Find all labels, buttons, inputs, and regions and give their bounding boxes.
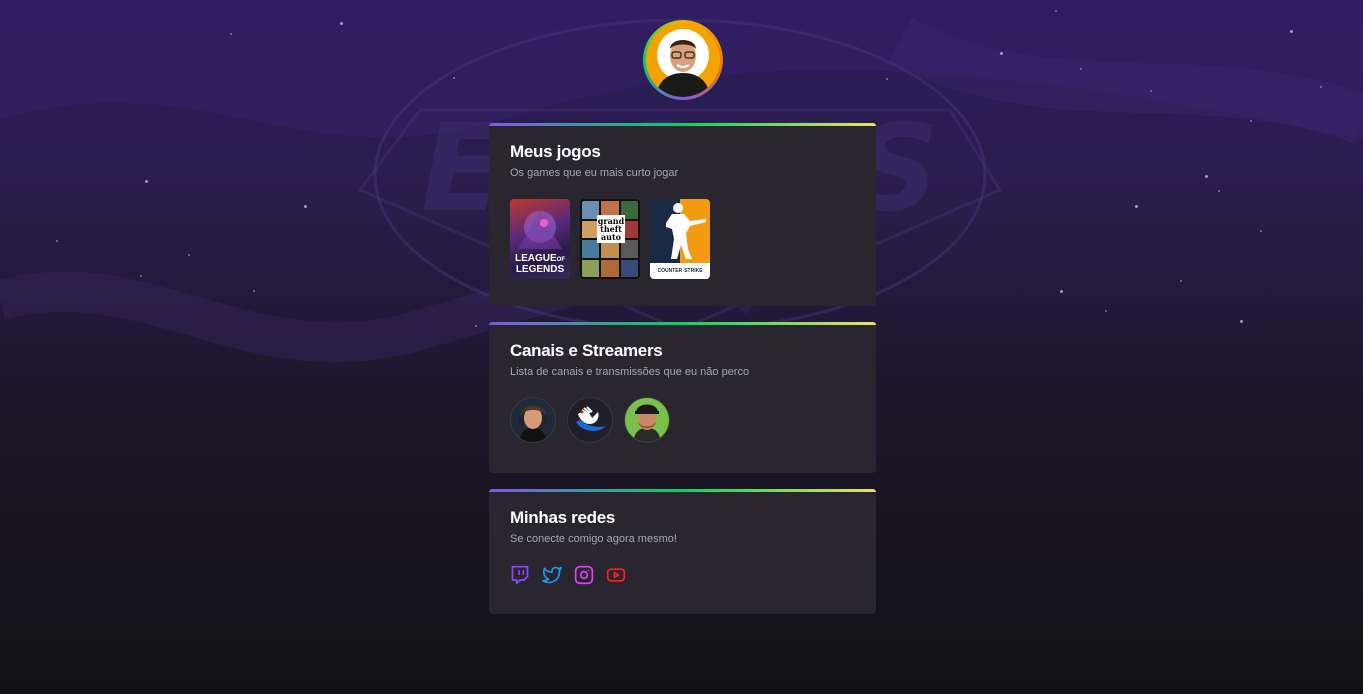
background-star (340, 22, 343, 25)
game-lol-label-1: LEAGUE (514, 253, 557, 264)
game-gta-label-3: auto (600, 232, 622, 242)
background-star (1080, 68, 1082, 70)
background-star (188, 254, 190, 256)
streamer-avatar-1[interactable] (510, 397, 556, 443)
background-star (1218, 190, 1220, 192)
background-star (1205, 175, 1208, 178)
background-star (230, 33, 232, 35)
socials-card-title: Minhas redes (510, 508, 616, 527)
profile-avatar-photo (646, 23, 720, 97)
background-star (1105, 310, 1107, 312)
background-star (145, 180, 148, 183)
background-star (1260, 230, 1262, 232)
games-card-title: Meus jogos (510, 142, 601, 161)
twitch-icon[interactable] (510, 565, 530, 585)
background-star (56, 240, 58, 242)
background-star (1060, 290, 1063, 293)
games-card: Meus jogos Os games que eu mais curto jo… (489, 123, 876, 306)
background-star (1180, 280, 1182, 282)
streamers-card-title: Canais e Streamers (510, 341, 663, 360)
profile-avatar (643, 20, 723, 100)
counter-strike-soldier-icon (666, 203, 706, 259)
background-star (140, 275, 142, 277)
game-lol-label-2: LEGENDS (515, 264, 565, 275)
youtube-icon[interactable] (606, 565, 626, 585)
socials-card-subtitle: Se conecte comigo agora mesmo! (510, 533, 677, 545)
background-star (1135, 205, 1138, 208)
background-star (1055, 10, 1057, 12)
streamer-avatar-2-winged-logo[interactable] (567, 397, 613, 443)
streamers-card: Canais e Streamers Lista de canais e tra… (489, 322, 876, 473)
background-star (1290, 30, 1293, 33)
game-gta-v[interactable]: grand theft auto (580, 199, 640, 279)
game-lol-label-of: OF (556, 257, 565, 263)
streamers-card-subtitle: Lista de canais e transmissões que eu nã… (510, 366, 750, 378)
background-star (453, 77, 455, 79)
background-star (1150, 90, 1152, 92)
background-star (1240, 320, 1243, 323)
background-star (253, 290, 255, 292)
background-star (1000, 52, 1003, 55)
background-star (1250, 120, 1252, 122)
background-star (304, 205, 307, 208)
game-cs-label-1: COUNTER (657, 268, 683, 274)
streamers-list (510, 397, 855, 443)
background-star (475, 325, 477, 327)
twitter-icon[interactable] (542, 565, 562, 585)
socials-card: Minhas redes Se conecte comigo agora mes… (489, 489, 876, 614)
socials-list (510, 565, 855, 585)
background-star (1320, 86, 1322, 88)
background-star (886, 78, 888, 80)
streamer-avatar-3[interactable] (624, 397, 670, 443)
games-card-subtitle: Os games que eu mais curto jogar (510, 167, 679, 179)
game-cs-label-2: STRIKE (684, 268, 703, 274)
game-league-of-legends[interactable]: LEAGUEOF LEGENDS (510, 199, 570, 279)
instagram-icon[interactable] (574, 565, 594, 585)
games-list: LEAGUEOF LEGENDS grand theft auto COUNTE… (510, 199, 855, 279)
game-counter-strike[interactable]: COUNTER STRIKE (650, 199, 710, 279)
